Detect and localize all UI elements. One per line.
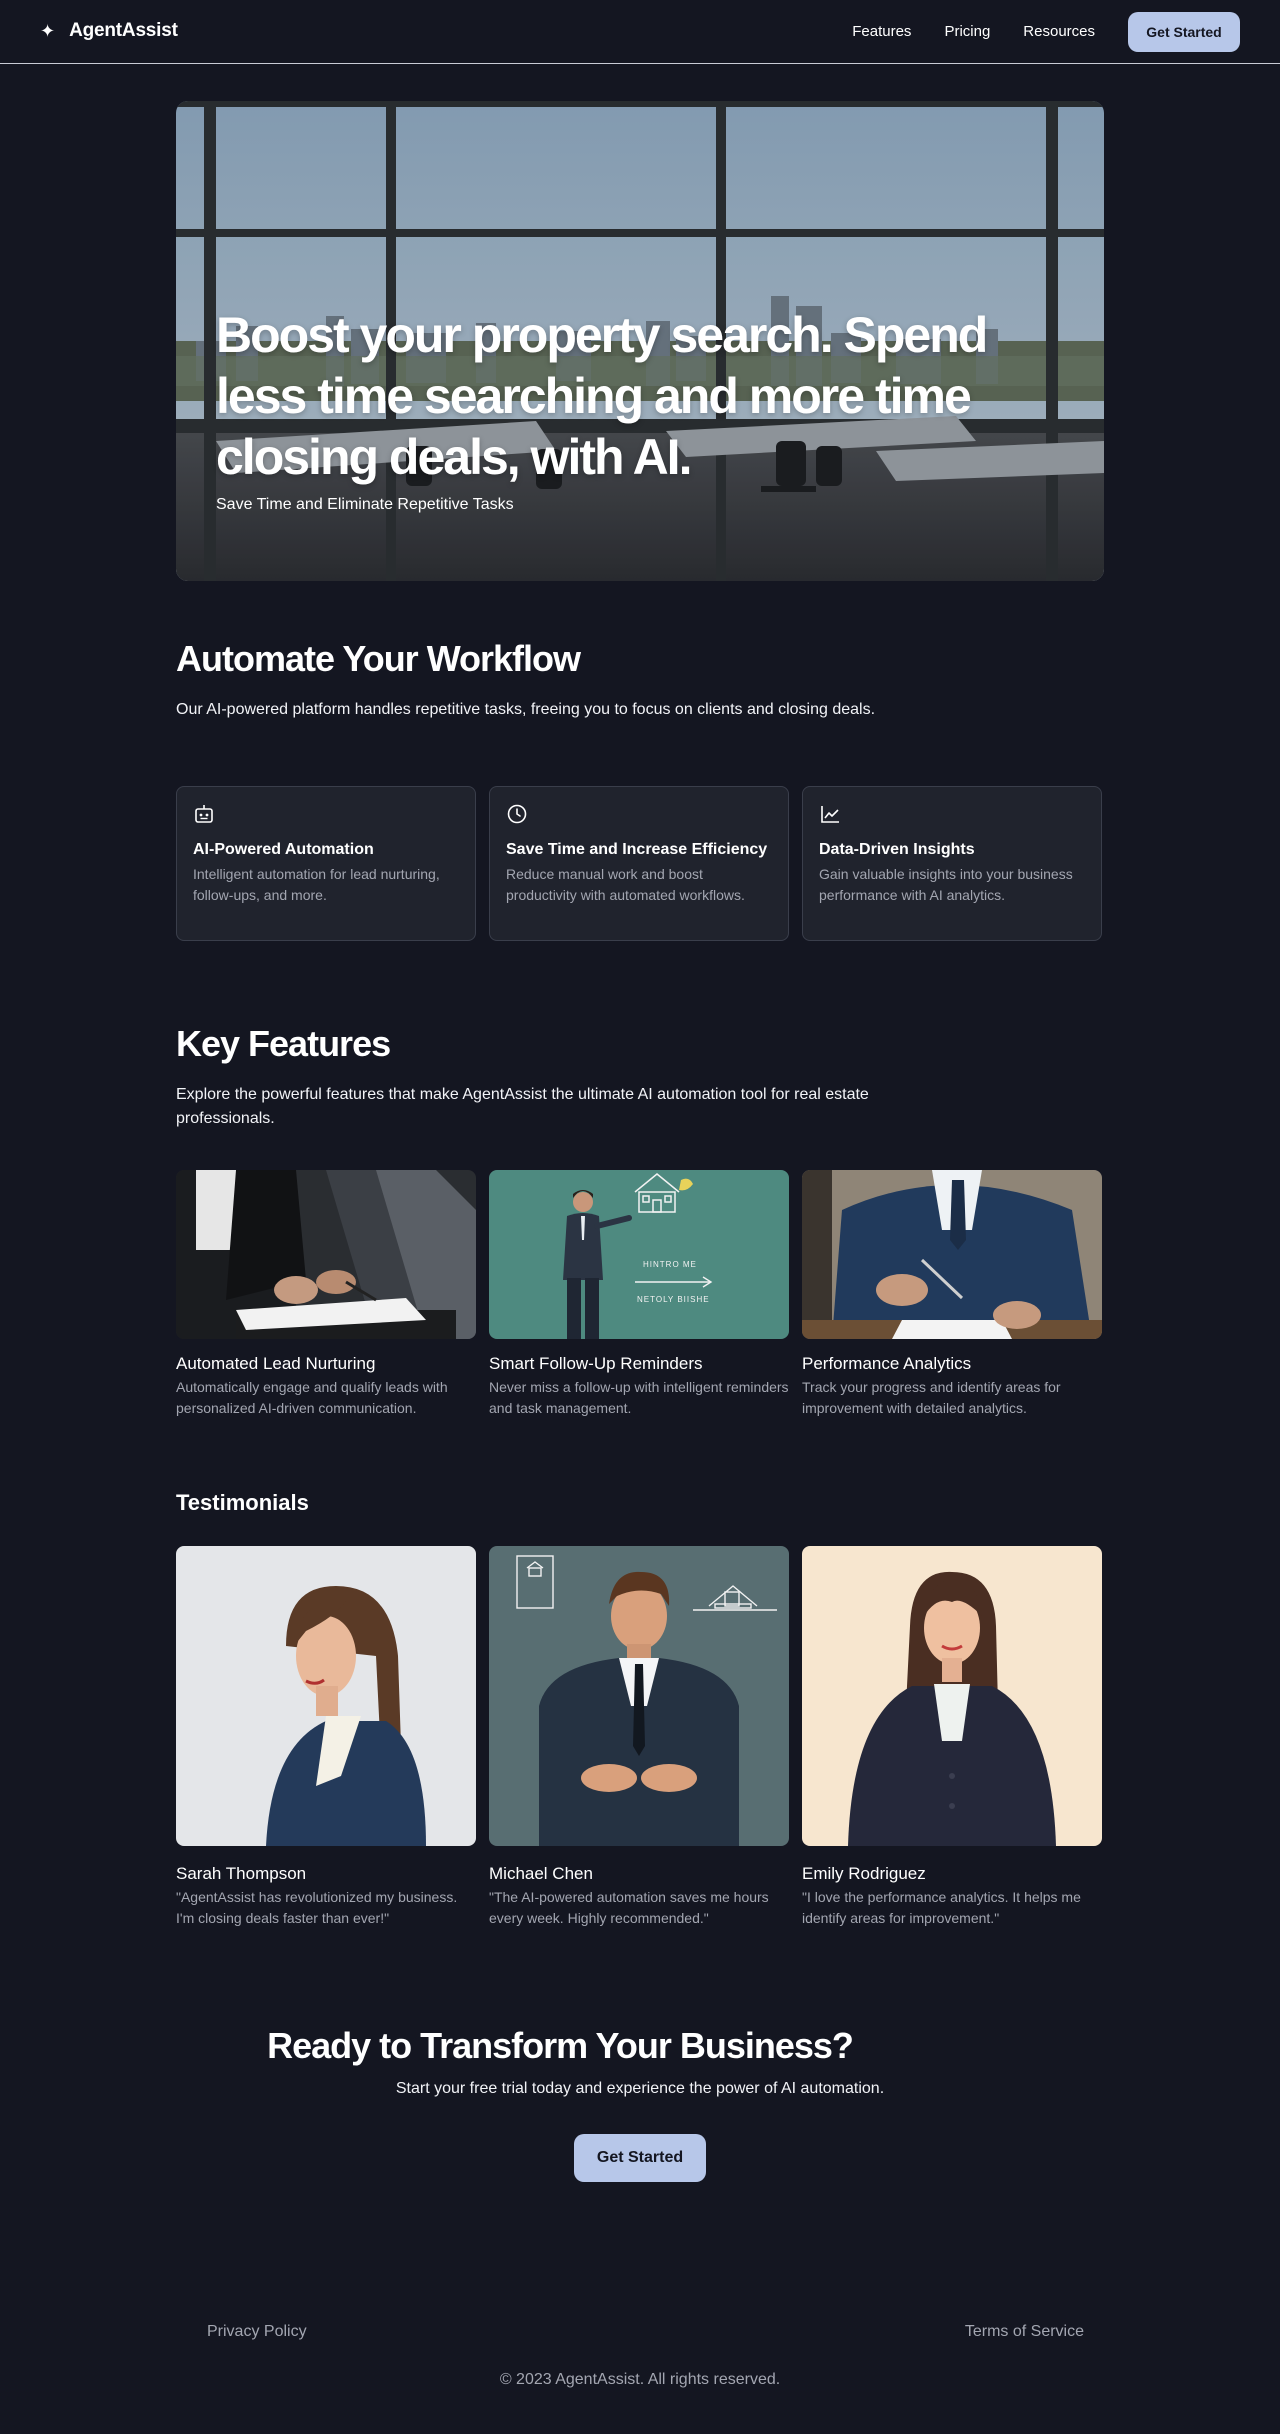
workflow-card-efficiency: Save Time and Increase Efficiency Reduce… bbox=[489, 786, 789, 941]
testimonial-card: Emily Rodriguez "I love the performance … bbox=[802, 1546, 1102, 1929]
testimonials-title: Testimonials bbox=[176, 1490, 309, 1515]
handshake-image bbox=[176, 1170, 476, 1339]
nav-links: Features Pricing Resources Get Started bbox=[852, 12, 1240, 52]
feature-title: Performance Analytics bbox=[802, 1354, 972, 1373]
card-description: Intelligent automation for lead nurturin… bbox=[193, 866, 440, 903]
hero-banner: Boost your property search. Spend less t… bbox=[176, 101, 1104, 581]
testimonial-quote: "AgentAssist has revolutionized my busin… bbox=[176, 1889, 458, 1926]
nav-link-features[interactable]: Features bbox=[852, 12, 911, 52]
feature-description: Track your progress and identify areas f… bbox=[802, 1379, 1061, 1416]
nav-link-resources[interactable]: Resources bbox=[1023, 12, 1095, 52]
top-nav: ✦ AgentAssist Features Pricing Resources… bbox=[0, 0, 1280, 64]
nav-link-pricing[interactable]: Pricing bbox=[944, 12, 990, 52]
businessman-writing-image bbox=[802, 1170, 1102, 1339]
feature-item-lead-nurturing: Automated Lead Nurturing Automatically e… bbox=[176, 1170, 476, 1419]
hero-subtitle: Save Time and Eliminate Repetitive Tasks bbox=[216, 496, 514, 513]
testimonial-quote: "The AI-powered automation saves me hour… bbox=[489, 1889, 769, 1926]
features-title: Key Features bbox=[176, 1023, 391, 1064]
cta-title: Ready to Transform Your Business? bbox=[267, 2025, 854, 2066]
cta-get-started-button[interactable]: Get Started bbox=[574, 2134, 706, 2182]
workflow-title: Automate Your Workflow bbox=[176, 638, 581, 679]
terms-of-service-link[interactable]: Terms of Service bbox=[965, 2323, 1084, 2341]
privacy-policy-link[interactable]: Privacy Policy bbox=[207, 2323, 307, 2341]
testimonial-quote: "I love the performance analytics. It he… bbox=[802, 1889, 1081, 1926]
brand-name: AgentAssist bbox=[69, 20, 178, 41]
avatar bbox=[802, 1546, 1102, 1846]
card-title: AI-Powered Automation bbox=[193, 841, 374, 858]
workflow-description: Our AI-powered platform handles repetiti… bbox=[176, 701, 876, 718]
feature-title: Automated Lead Nurturing bbox=[176, 1354, 376, 1373]
testimonial-name: Michael Chen bbox=[489, 1864, 593, 1883]
feature-description: Automatically engage and qualify leads w… bbox=[176, 1379, 448, 1416]
cta-subtitle: Start your free trial today and experien… bbox=[395, 2080, 885, 2097]
testimonial-name: Sarah Thompson bbox=[176, 1864, 307, 1883]
card-title: Save Time and Increase Efficiency bbox=[506, 841, 768, 858]
feature-description: Never miss a follow-up with intelligent … bbox=[489, 1379, 789, 1416]
hero-title: Boost your property search. Spend less t… bbox=[216, 307, 988, 485]
workflow-card-automation: AI-Powered Automation Intelligent automa… bbox=[176, 786, 476, 941]
get-started-button[interactable]: Get Started bbox=[1128, 12, 1240, 52]
sparkle-icon: ✦ bbox=[40, 21, 56, 41]
image-caption-1: HINTRO ME bbox=[643, 1260, 697, 1269]
avatar bbox=[176, 1546, 476, 1846]
testimonial-card: Sarah Thompson "AgentAssist has revoluti… bbox=[176, 1546, 476, 1929]
testimonial-name: Emily Rodriguez bbox=[802, 1864, 926, 1883]
features-description: Explore the powerful features that make … bbox=[176, 1086, 869, 1127]
card-description: Reduce manual work and boost productivit… bbox=[506, 866, 745, 903]
copyright-text: © 2023 AgentAssist. All rights reserved. bbox=[499, 2371, 781, 2388]
feature-title: Smart Follow-Up Reminders bbox=[489, 1354, 703, 1373]
feature-item-reminders: HINTRO ME NETOLY BIISHE Smart Follow-Up … bbox=[489, 1170, 789, 1419]
card-title: Data-Driven Insights bbox=[819, 841, 975, 858]
presenter-illustration: HINTRO ME NETOLY BIISHE bbox=[489, 1170, 789, 1339]
image-caption-2: NETOLY BIISHE bbox=[637, 1295, 710, 1304]
clock-icon bbox=[507, 804, 527, 824]
avatar bbox=[489, 1546, 789, 1846]
card-description: Gain valuable insights into your busines… bbox=[819, 866, 1073, 903]
testimonial-card: Michael Chen "The AI-powered automation … bbox=[489, 1546, 789, 1929]
workflow-card-insights: Data-Driven Insights Gain valuable insig… bbox=[802, 786, 1102, 941]
robot-icon bbox=[195, 805, 213, 823]
feature-item-analytics: Performance Analytics Track your progres… bbox=[802, 1170, 1102, 1419]
chart-line-icon bbox=[821, 806, 839, 823]
brand-logo[interactable]: ✦ AgentAssist bbox=[40, 20, 178, 42]
